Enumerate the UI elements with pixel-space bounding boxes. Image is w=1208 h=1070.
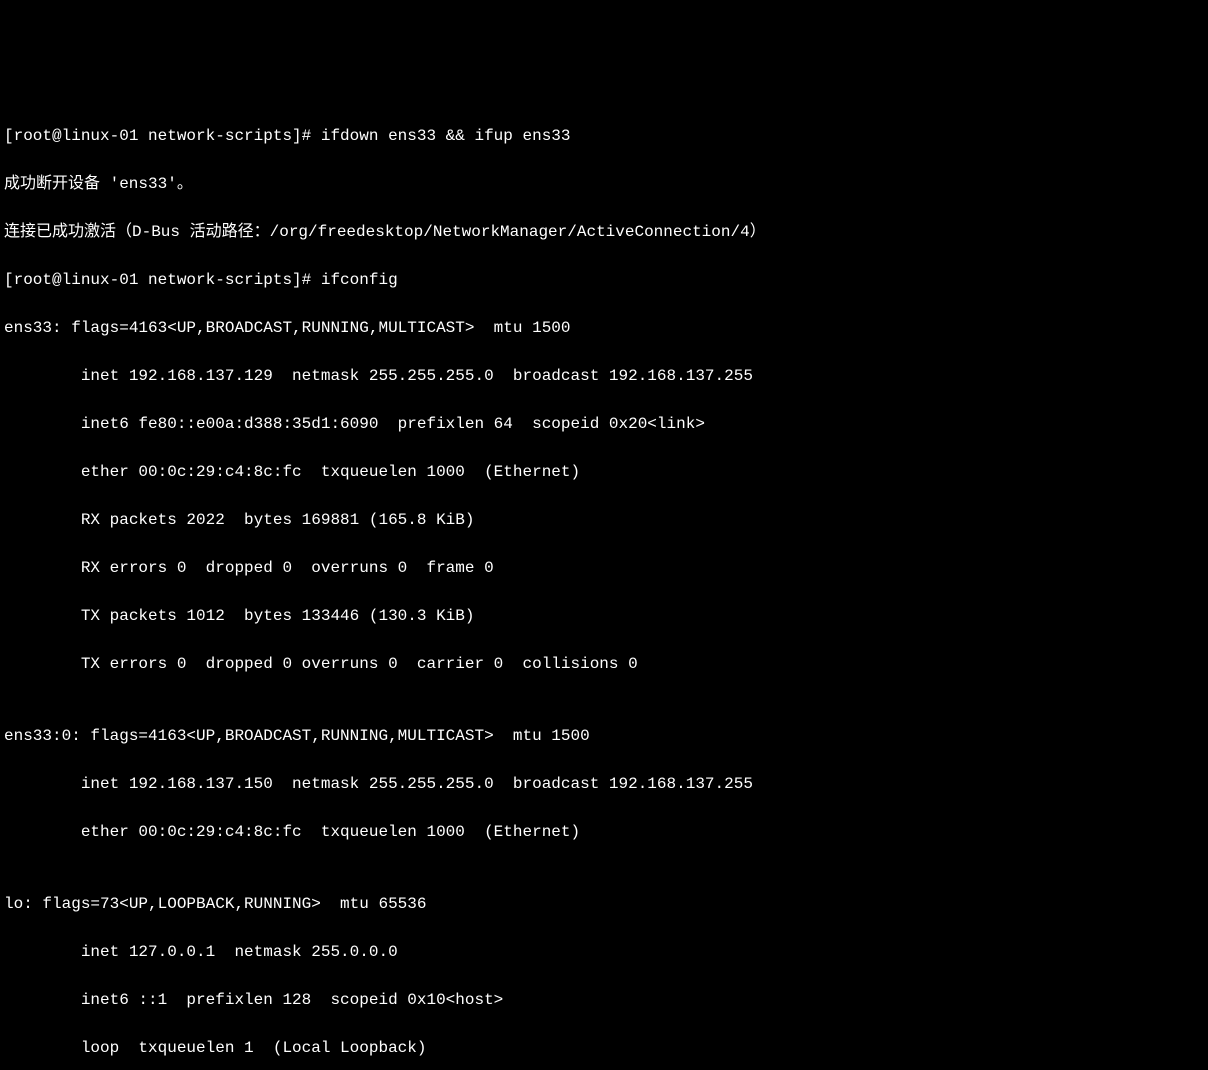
lo-loop: loop txqueuelen 1 (Local Loopback) <box>4 1036 1204 1060</box>
ens33-inet: inet 192.168.137.129 netmask 255.255.255… <box>4 364 1204 388</box>
ens33-tx-errors: TX errors 0 dropped 0 overruns 0 carrier… <box>4 652 1204 676</box>
lo-inet: inet 127.0.0.1 netmask 255.0.0.0 <box>4 940 1204 964</box>
lo-header: lo: flags=73<UP,LOOPBACK,RUNNING> mtu 65… <box>4 892 1204 916</box>
ens33-header: ens33: flags=4163<UP,BROADCAST,RUNNING,M… <box>4 316 1204 340</box>
prompt-line-ifconfig: [root@linux-01 network-scripts]# ifconfi… <box>4 268 1204 292</box>
ens33-0-ether: ether 00:0c:29:c4:8c:fc txqueuelen 1000 … <box>4 820 1204 844</box>
terminal-output[interactable]: [root@linux-01 network-scripts]# ifdown … <box>4 100 1204 1070</box>
lo-inet6: inet6 ::1 prefixlen 128 scopeid 0x10<hos… <box>4 988 1204 1012</box>
ens33-tx-packets: TX packets 1012 bytes 133446 (130.3 KiB) <box>4 604 1204 628</box>
ens33-rx-packets: RX packets 2022 bytes 169881 (165.8 KiB) <box>4 508 1204 532</box>
ens33-0-inet: inet 192.168.137.150 netmask 255.255.255… <box>4 772 1204 796</box>
prompt-line-ifdown: [root@linux-01 network-scripts]# ifdown … <box>4 124 1204 148</box>
ens33-inet6: inet6 fe80::e00a:d388:35d1:6090 prefixle… <box>4 412 1204 436</box>
ens33-0-header: ens33:0: flags=4163<UP,BROADCAST,RUNNING… <box>4 724 1204 748</box>
ens33-rx-errors: RX errors 0 dropped 0 overruns 0 frame 0 <box>4 556 1204 580</box>
output-disconnect-success: 成功断开设备 'ens33'。 <box>4 172 1204 196</box>
output-connection-activated: 连接已成功激活（D-Bus 活动路径：/org/freedesktop/Netw… <box>4 220 1204 244</box>
ens33-ether: ether 00:0c:29:c4:8c:fc txqueuelen 1000 … <box>4 460 1204 484</box>
